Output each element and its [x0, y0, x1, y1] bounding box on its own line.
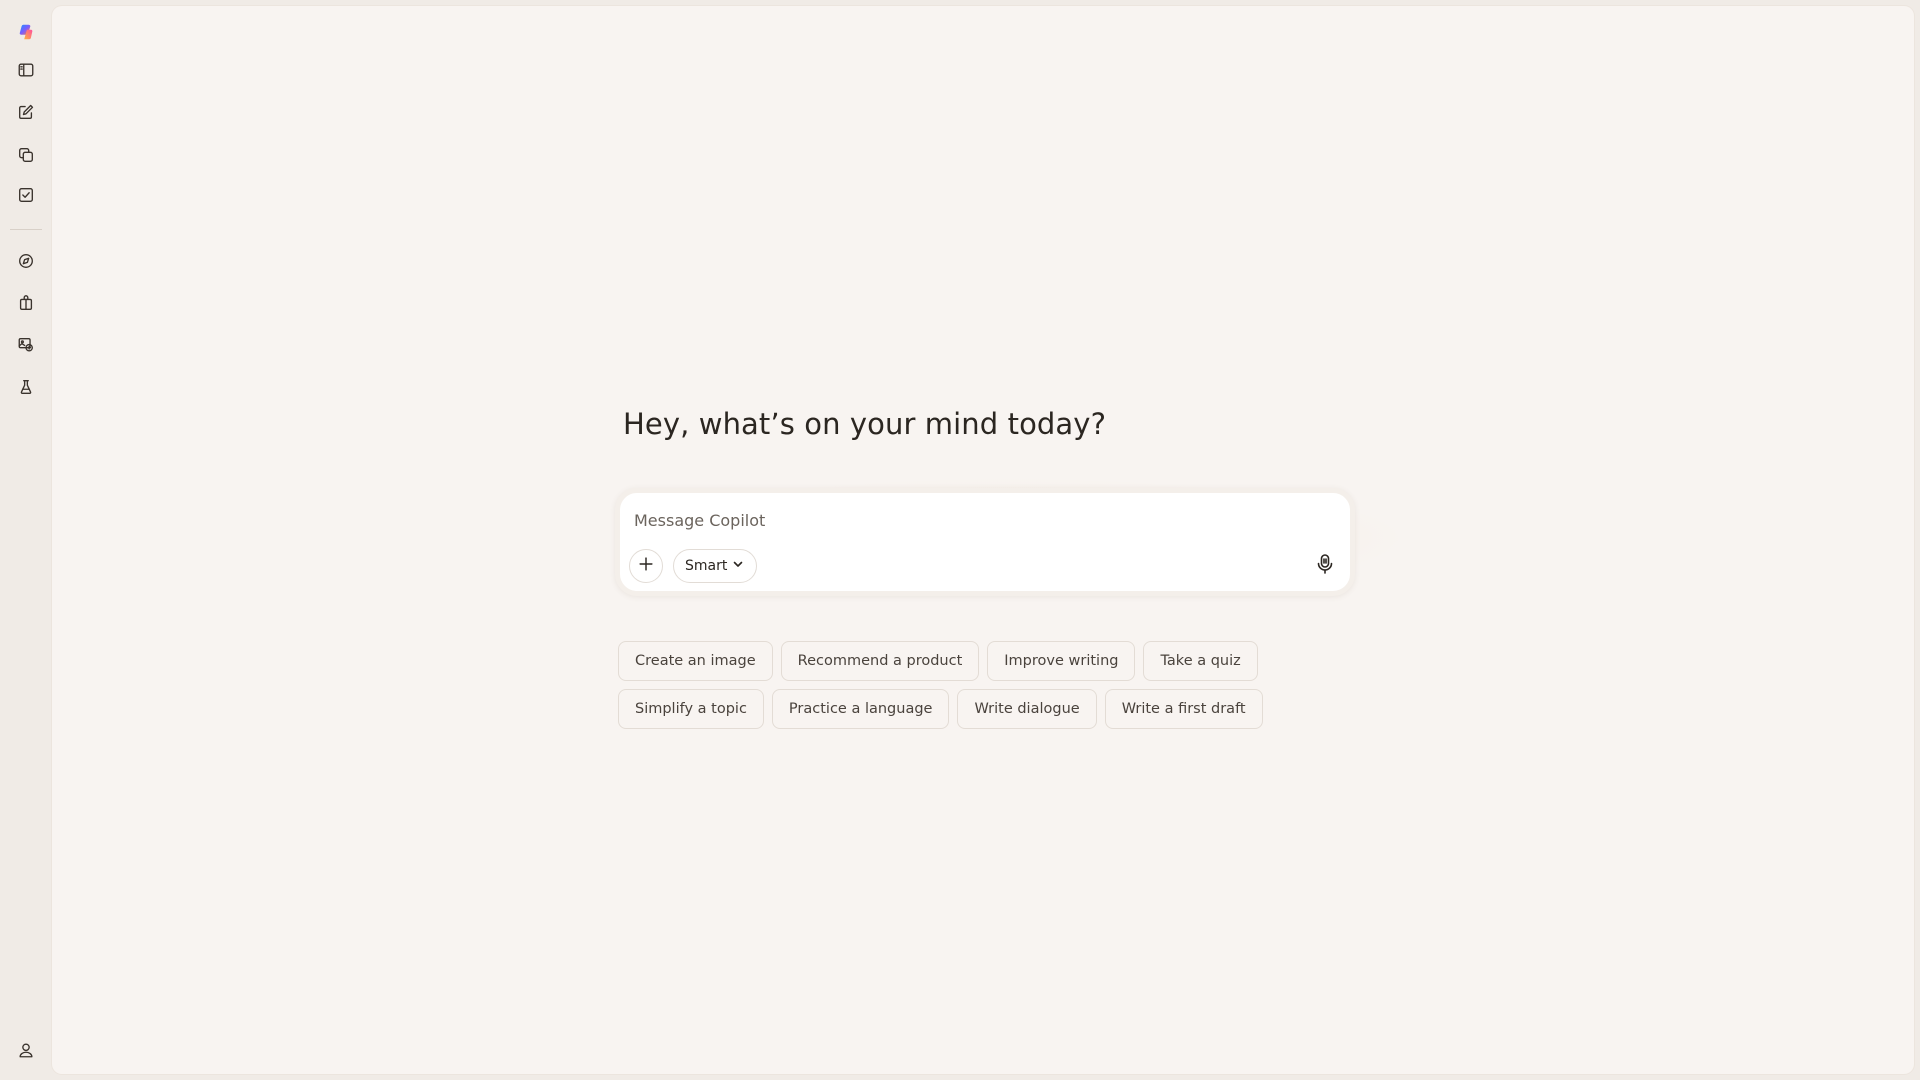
rail-divider: [10, 229, 42, 230]
copilot-logo-button[interactable]: [8, 16, 44, 52]
gift-icon: [17, 294, 35, 316]
sidebar-toggle-button[interactable]: [8, 54, 44, 90]
suggestions-row-1: Create an image Recommend a product Impr…: [618, 641, 1258, 681]
plus-icon: [637, 555, 655, 577]
suggestion-chip[interactable]: Write dialogue: [957, 689, 1097, 729]
voice-input-button[interactable]: [1308, 549, 1342, 583]
message-input[interactable]: [634, 507, 1314, 533]
suggestion-chip[interactable]: Improve writing: [987, 641, 1136, 681]
mode-label: Smart: [685, 558, 728, 574]
lab-flask-icon: [17, 378, 35, 400]
image-gallery-icon: [17, 336, 35, 358]
add-attachment-button[interactable]: [629, 549, 663, 583]
suggestions-row-2: Simplify a topic Practice a language Wri…: [618, 689, 1263, 729]
suggestion-chip[interactable]: Create an image: [618, 641, 773, 681]
mode-selector[interactable]: Smart: [673, 549, 758, 583]
discover-button[interactable]: [8, 245, 44, 281]
copilot-logo-icon: [17, 23, 35, 45]
user-profile-icon: [17, 1041, 35, 1063]
suggestion-chip[interactable]: Take a quiz: [1143, 641, 1258, 681]
message-composer: Smart: [615, 488, 1355, 596]
sidebar-toggle-icon: [17, 61, 35, 83]
left-rail: [0, 0, 52, 1080]
images-button[interactable]: [8, 329, 44, 365]
explore-icon: [17, 252, 35, 274]
microphone-icon: [1315, 553, 1335, 579]
suggestion-chip[interactable]: Write a first draft: [1104, 689, 1263, 729]
new-chat-icon: [17, 103, 35, 125]
profile-button[interactable]: [8, 1034, 44, 1070]
labs-button[interactable]: [8, 371, 44, 407]
suggestion-chip[interactable]: Simplify a topic: [618, 689, 764, 729]
main-panel: Hey, what’s on your mind today? Smart: [52, 6, 1914, 1074]
task-check-icon: [17, 186, 35, 208]
copy-stack-icon: [17, 146, 35, 168]
chevron-down-icon: [732, 558, 744, 574]
suggestion-chip[interactable]: Practice a language: [771, 689, 950, 729]
suggestion-chip[interactable]: Recommend a product: [780, 641, 980, 681]
greeting-heading: Hey, what’s on your mind today?: [623, 407, 1107, 441]
tasks-button[interactable]: [8, 179, 44, 215]
copilot-app: Hey, what’s on your mind today? Smart: [0, 0, 1920, 1080]
library-button[interactable]: [8, 139, 44, 175]
new-chat-button[interactable]: [8, 96, 44, 132]
offers-button[interactable]: [8, 287, 44, 323]
